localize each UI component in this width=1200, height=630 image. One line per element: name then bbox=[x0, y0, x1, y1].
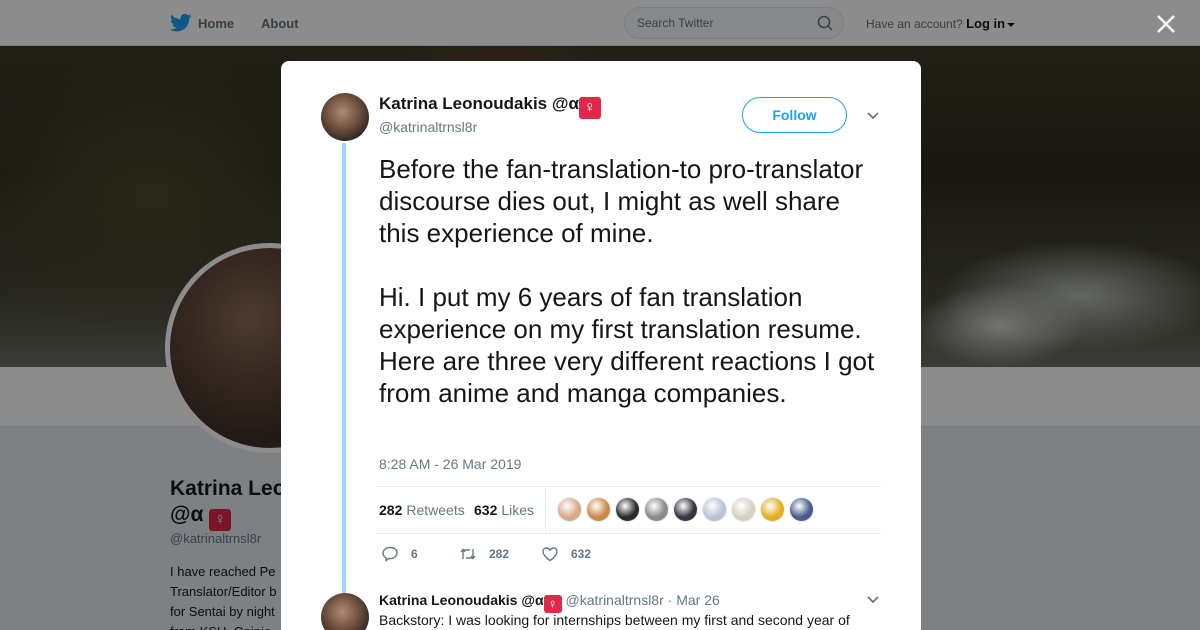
tweet-modal: Katrina Leonoudakis @α ♀ @katrinaltrnsl8r… bbox=[281, 61, 921, 630]
tweet-paragraph: Before the fan-translation-to pro-transl… bbox=[379, 154, 864, 248]
liker-avatar[interactable] bbox=[702, 497, 727, 522]
reply-separator: · bbox=[667, 592, 673, 608]
tweet-stats: 282 Retweets 632 Likes bbox=[377, 486, 881, 534]
likes-stat[interactable]: 632 Likes bbox=[474, 502, 534, 518]
liker-avatar[interactable] bbox=[731, 497, 756, 522]
liker-avatar[interactable] bbox=[789, 497, 814, 522]
author-handle[interactable]: @katrinaltrnsl8r bbox=[379, 119, 477, 135]
tweet-timestamp[interactable]: 8:28 AM - 26 Mar 2019 bbox=[379, 456, 521, 472]
reply-icon bbox=[382, 546, 398, 562]
reply-count: 6 bbox=[411, 547, 418, 561]
follow-button[interactable]: Follow bbox=[742, 97, 847, 133]
likes-count: 632 bbox=[474, 502, 498, 518]
retweet-count: 282 bbox=[489, 547, 510, 561]
likes-label: Likes bbox=[501, 502, 535, 518]
reply-text: Backstory: I was looking for internships… bbox=[379, 612, 850, 628]
reply-button[interactable]: 6 bbox=[381, 545, 418, 563]
retweets-label: Retweets bbox=[406, 502, 465, 518]
tweet-text: Before the fan-translation-to pro-transl… bbox=[379, 153, 879, 409]
liker-avatar[interactable] bbox=[644, 497, 669, 522]
liker-avatar[interactable] bbox=[760, 497, 785, 522]
reply-author-name[interactable]: Katrina Leonoudakis @α bbox=[379, 592, 544, 608]
chevron-down-icon[interactable] bbox=[866, 111, 880, 121]
chevron-down-icon[interactable] bbox=[866, 595, 880, 605]
heart-icon bbox=[542, 547, 558, 562]
liker-avatar[interactable] bbox=[557, 497, 582, 522]
liker-avatar[interactable] bbox=[586, 497, 611, 522]
liker-avatar[interactable] bbox=[673, 497, 698, 522]
thread-connector-line bbox=[342, 143, 346, 593]
reply-header: Katrina Leonoudakis @α ♀ @katrinaltrnsl8r… bbox=[379, 592, 720, 613]
author-name-label: Katrina Leonoudakis @α bbox=[379, 94, 579, 113]
author-avatar[interactable] bbox=[321, 93, 369, 141]
stats-divider bbox=[545, 487, 546, 533]
close-icon[interactable] bbox=[1155, 13, 1177, 35]
female-sign-icon: ♀ bbox=[543, 595, 562, 613]
retweets-count: 282 bbox=[379, 502, 403, 518]
like-button[interactable]: 632 bbox=[541, 545, 591, 563]
liker-avatars bbox=[557, 497, 818, 522]
retweet-icon bbox=[460, 548, 476, 560]
liker-avatar[interactable] bbox=[615, 497, 640, 522]
author-name[interactable]: Katrina Leonoudakis @α ♀ bbox=[379, 94, 601, 119]
reply-author-avatar[interactable] bbox=[321, 593, 369, 630]
like-count: 632 bbox=[571, 547, 592, 561]
retweets-stat[interactable]: 282 Retweets bbox=[379, 502, 465, 518]
reply-date[interactable]: Mar 26 bbox=[676, 592, 720, 608]
female-sign-icon: ♀ bbox=[578, 97, 601, 119]
reply-author-handle[interactable]: @katrinaltrnsl8r bbox=[566, 592, 664, 608]
tweet-paragraph: Hi. I put my 6 years of fan translation … bbox=[379, 282, 875, 408]
retweet-button[interactable]: 282 bbox=[459, 545, 509, 563]
